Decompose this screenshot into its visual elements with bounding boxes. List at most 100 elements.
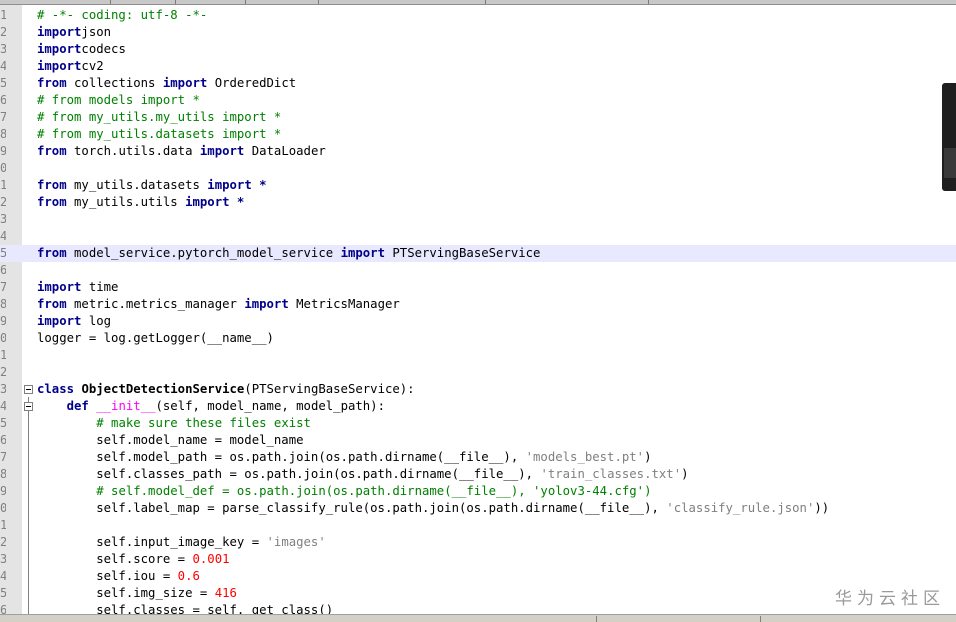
line-number: 8 [0,127,6,141]
code-line[interactable]: 3 [0,211,956,228]
code-token: import [340,246,385,260]
code-token: ObjectDetectionService [81,382,245,396]
code-token: MetricsManager [288,297,400,311]
code-line[interactable]: 0 logger = log.getLogger(__name__) [0,330,956,347]
code-line[interactable]: 4 self.iou = 0.6 [0,568,956,585]
line-number: 2 [0,25,6,39]
code-line[interactable]: 2 self.input_image_key = 'images' [0,534,956,551]
fold-toggle-icon[interactable] [24,385,33,394]
code-token: 'models_best.pt' [525,450,645,464]
code-text: self.model_path = os.path.join(os.path.d… [37,449,651,466]
fold-toggle-icon[interactable] [24,402,33,411]
line-number: 3 [0,552,6,566]
code-token: logger = log.getLogger(__name__) [37,331,274,345]
code-token: my_utils.utils [66,195,186,209]
code-line[interactable]: 5 from collections import OrderedDict [0,75,956,92]
code-token: # from models import * [37,93,200,107]
line-number: 6 [0,93,6,107]
code-token: self.classes_path = os.path.join(os.path… [37,467,541,481]
code-line[interactable]: 5 # make sure these files exist [0,415,956,432]
line-number: 3 [0,212,6,226]
code-line[interactable]: 1 from my_utils.datasets import * [0,177,956,194]
code-line[interactable]: 5 from model_service.pytorch_model_servic… [0,245,956,262]
code-token: from [37,246,67,260]
code-text: self.input_image_key = 'images' [37,534,326,551]
code-line[interactable]: 7 import time [0,279,956,296]
code-line[interactable]: 8 # from my_utils.datasets import * [0,126,956,143]
code-line[interactable]: 3 class ObjectDetectionService(PTServingB… [0,381,956,398]
code-token: __init__ [96,399,156,413]
code-token: * [259,178,267,192]
code-line[interactable]: 2 [0,364,956,381]
code-text: self.classes = self._get_class() [37,602,333,614]
code-line[interactable]: 5 self.img_size = 416 [0,585,956,602]
line-number: 1 [0,8,6,22]
line-number: 9 [0,144,6,158]
code-token: my_utils.datasets [66,178,208,192]
code-token: import [185,195,230,209]
code-editor[interactable]: 1 # -*- coding: utf-8 -*- 2 importjson 3 impo… [0,5,956,614]
line-number: 2 [0,535,6,549]
floating-panel-edge[interactable] [942,83,956,191]
code-text: self.img_size = 416 [37,585,237,602]
tab-divider [648,0,649,4]
code-line[interactable]: 8 self.classes_path = os.path.join(os.pa… [0,466,956,483]
code-text: importcodecs [37,41,126,58]
line-number: 9 [0,314,6,328]
code-line[interactable]: 4 importcv2 [0,58,956,75]
code-text: def __init__(self, model_name, model_pat… [37,398,385,415]
code-text: importcv2 [37,58,104,75]
code-token: from [37,178,67,192]
code-token: log [81,314,112,328]
code-text: self.score = 0.001 [37,551,229,568]
code-line[interactable]: 7 # from my_utils.my_utils import * [0,109,956,126]
code-line[interactable]: 4 def __init__(self, model_name, model_p… [0,398,956,415]
code-line[interactable]: 6 self.classes = self._get_class() [0,602,956,614]
code-line[interactable]: 3 importcodecs [0,41,956,58]
line-number: 0 [0,161,6,175]
line-number: 3 [0,42,6,56]
code-line[interactable]: 8 from metric.metrics_manager import Metr… [0,296,956,313]
code-line[interactable]: 6 [0,262,956,279]
code-line[interactable]: 9 # self.model_def = os.path.join(os.pat… [0,483,956,500]
code-line[interactable]: 3 self.score = 0.001 [0,551,956,568]
code-line[interactable]: 2 importjson [0,24,956,41]
code-text: self.classes_path = os.path.join(os.path… [37,466,688,483]
code-line[interactable]: 7 self.model_path = os.path.join(os.path… [0,449,956,466]
code-token: codecs [81,42,126,56]
code-line[interactable]: 0 self.label_map = parse_classify_rule(o… [0,500,956,517]
tab-divider [318,0,319,4]
code-token: import [244,297,289,311]
code-text: from my_utils.utils import * [37,194,244,211]
code-line[interactable]: 0 [0,160,956,177]
code-text: import log [37,313,111,330]
code-line[interactable]: 9 from torch.utils.data import DataLoader [0,143,956,160]
code-token: self.score = [37,552,193,566]
code-token: from [37,76,67,90]
tab-divider [245,0,246,4]
code-token: from [37,297,67,311]
code-line[interactable]: 6 # from models import * [0,92,956,109]
watermark: 华为云社区 [835,589,945,609]
code-text: logger = log.getLogger(__name__) [37,330,274,347]
code-line[interactable]: 1 # -*- coding: utf-8 -*- [0,7,956,24]
code-line[interactable]: 2 from my_utils.utils import * [0,194,956,211]
code-token: # from my_utils.datasets import * [37,127,282,141]
code-line[interactable]: 4 [0,228,956,245]
code-token: import [37,59,82,73]
code-token: 'classify_rule.json' [666,501,815,515]
code-line[interactable]: 1 [0,347,956,364]
line-number: 4 [0,229,6,243]
code-line[interactable]: 6 self.model_name = model_name [0,432,956,449]
fold-guide [28,397,29,614]
code-token: import [37,280,82,294]
line-number: 4 [0,59,6,73]
line-number: 5 [0,416,6,430]
code-line[interactable]: 9 import log [0,313,956,330]
code-token: self.input_image_key = [37,535,267,549]
line-number: 9 [0,484,6,498]
code-line[interactable]: 1 [0,517,956,534]
code-token: )) [814,501,830,515]
